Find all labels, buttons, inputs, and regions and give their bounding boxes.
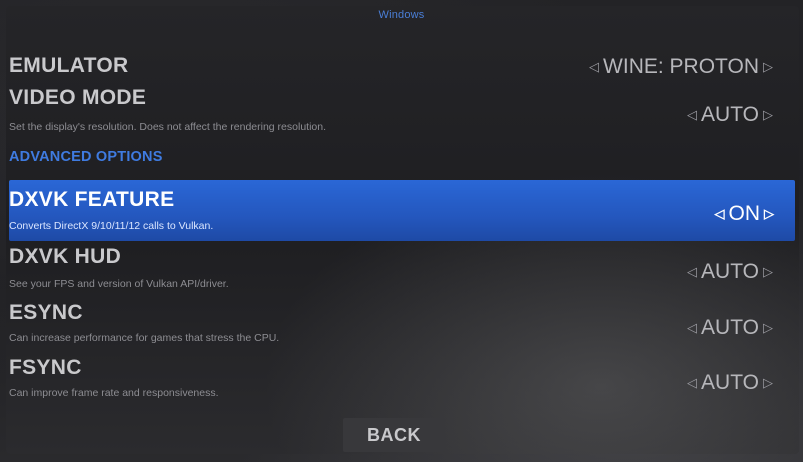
back-button[interactable]: BACK — [343, 418, 445, 452]
setting-value[interactable]: ◁ WINE: PROTON ▷ — [589, 55, 773, 79]
setting-value[interactable]: ◁ ON ▷ — [715, 202, 775, 226]
right-arrow-icon[interactable]: ▷ — [763, 375, 773, 391]
window-title: Windows — [378, 9, 425, 21]
left-arrow-icon[interactable]: ◁ — [687, 320, 697, 336]
left-arrow-icon[interactable]: ◁ — [715, 206, 725, 222]
left-arrow-icon[interactable]: ◁ — [687, 107, 697, 123]
left-arrow-icon[interactable]: ◁ — [687, 264, 697, 280]
setting-value[interactable]: ◁ AUTO ▷ — [687, 103, 773, 127]
right-arrow-icon[interactable]: ▷ — [763, 264, 773, 280]
setting-value[interactable]: ◁ AUTO ▷ — [687, 260, 773, 284]
setting-name: DXVK FEATURE — [9, 188, 175, 211]
left-arrow-icon[interactable]: ◁ — [687, 375, 697, 391]
right-arrow-icon[interactable]: ▷ — [763, 59, 773, 75]
setting-value-text: ON — [728, 202, 761, 225]
setting-name: ESYNC — [9, 301, 83, 324]
setting-name: EMULATOR — [9, 54, 129, 77]
setting-description: Set the display's resolution. Does not a… — [9, 121, 326, 133]
setting-value[interactable]: ◁ AUTO ▷ — [687, 371, 773, 395]
setting-value[interactable]: ◁ AUTO ▷ — [687, 316, 773, 340]
setting-value-text: AUTO — [701, 371, 759, 394]
setting-name: DXVK HUD — [9, 245, 122, 268]
setting-description: Converts DirectX 9/10/11/12 calls to Vul… — [9, 220, 214, 232]
left-arrow-icon[interactable]: ◁ — [589, 59, 599, 75]
setting-name: VIDEO MODE — [9, 86, 147, 109]
section-label-advanced: ADVANCED OPTIONS — [9, 149, 163, 165]
right-arrow-icon[interactable]: ▷ — [763, 320, 773, 336]
setting-description: See your FPS and version of Vulkan API/d… — [9, 278, 229, 290]
setting-description: Can increase performance for games that … — [9, 332, 280, 344]
setting-name: FSYNC — [9, 356, 82, 379]
setting-value-text: AUTO — [701, 316, 759, 339]
right-arrow-icon[interactable]: ▷ — [764, 206, 774, 222]
setting-value-text: AUTO — [701, 260, 759, 283]
selected-row: DXVK FEATURE Converts DirectX 9/10/11/12… — [9, 180, 795, 241]
right-arrow-icon[interactable]: ▷ — [763, 107, 773, 123]
setting-value-text: AUTO — [701, 103, 759, 126]
setting-value-text: WINE: PROTON — [603, 55, 759, 78]
setting-description: Can improve frame rate and responsivenes… — [9, 387, 219, 399]
